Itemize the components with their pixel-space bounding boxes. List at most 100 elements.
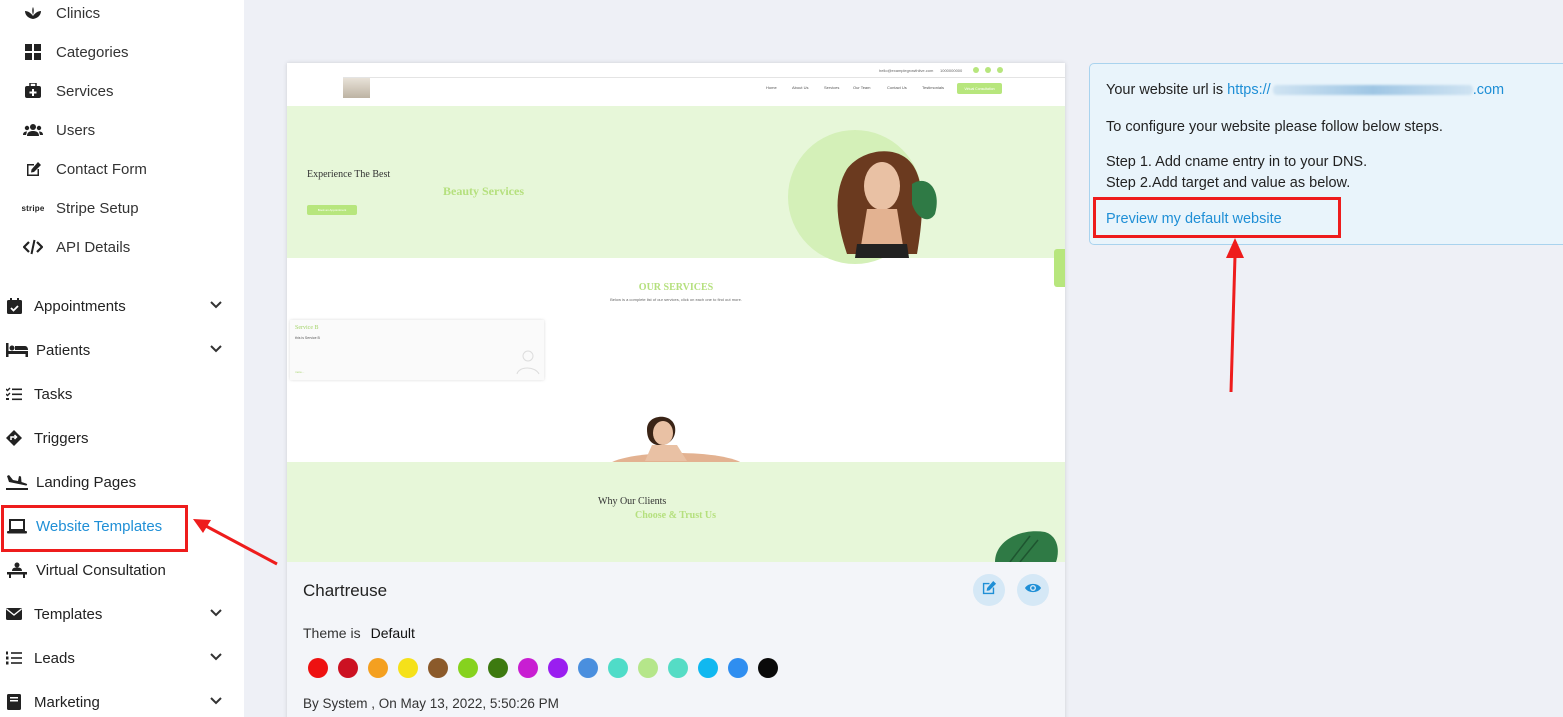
sidebar-item-label: Patients [36, 341, 91, 359]
preview-hero-line2: Beauty Services [443, 184, 524, 198]
redacted-url [1272, 85, 1473, 96]
preview-plant-image [995, 531, 1058, 562]
template-card-footer: Chartreuse Theme is Default By System , O… [287, 562, 1065, 717]
sidebar-item-landing-pages[interactable]: Landing Pages [0, 466, 232, 498]
sidebar-item-clinics[interactable]: Clinics [22, 0, 100, 28]
sidebar-item-label: Contact Form [56, 160, 147, 178]
sidebar-item-tasks[interactable]: Tasks [0, 378, 232, 410]
sidebar-item-label: Landing Pages [36, 473, 137, 491]
template-card: hello@examplegrowthlive.com 1000000000 H… [287, 63, 1065, 717]
preview-social-icon [973, 67, 979, 73]
chevron-down-icon[interactable] [210, 296, 222, 312]
chevron-down-icon[interactable] [210, 648, 222, 664]
sidebar-item-leads[interactable]: Leads [0, 642, 232, 674]
sidebar: Clinics Categories Services Users Contac… [0, 0, 244, 717]
preview-nav-link: Home [766, 85, 777, 90]
preview-hero: Experience The Best Beauty Services Book… [287, 106, 1065, 264]
theme-value: Default [370, 625, 415, 641]
template-preview[interactable]: hello@examplegrowthlive.com 1000000000 H… [287, 63, 1065, 562]
sidebar-item-label: API Details [56, 238, 131, 256]
color-swatch[interactable] [578, 658, 598, 678]
color-swatch[interactable] [668, 658, 688, 678]
sidebar-item-api-details[interactable]: API Details [22, 232, 130, 262]
preview-template-button[interactable] [1017, 574, 1049, 606]
website-url-link[interactable]: https:// .com [1227, 82, 1504, 98]
envelope-icon [2, 608, 26, 620]
sidebar-item-triggers[interactable]: Triggers [0, 422, 232, 454]
color-swatch[interactable] [698, 658, 718, 678]
template-meta: By System , On May 13, 2022, 5:50:26 PM [303, 696, 559, 711]
color-swatch[interactable] [608, 658, 628, 678]
preview-nav-button: Virtual Consultation [957, 83, 1002, 94]
sidebar-item-users[interactable]: Users [22, 115, 95, 145]
theme-label: Theme is [303, 625, 361, 641]
color-swatch[interactable] [548, 658, 568, 678]
preview-nav-link: Services [824, 85, 840, 90]
preview-phone: 1000000000 [940, 68, 963, 73]
grid-icon [22, 44, 44, 60]
edit-icon [981, 580, 997, 601]
preview-nav-link: Testimonials [922, 85, 945, 90]
plane-landing-icon [2, 474, 32, 490]
color-swatch[interactable] [488, 658, 508, 678]
sidebar-item-contact-form[interactable]: Contact Form [22, 154, 147, 184]
preview-why-band: Why Our Clients Choose & Trust Us [287, 462, 1065, 562]
color-swatch[interactable] [728, 658, 748, 678]
preview-service-name: Service B [295, 325, 319, 331]
diamond-arrow-icon [2, 430, 26, 446]
edit-template-button[interactable] [973, 574, 1005, 606]
sidebar-item-label: Services [56, 82, 114, 100]
highlight-box [1093, 197, 1341, 238]
sidebar-item-marketing[interactable]: Marketing [0, 686, 232, 717]
preview-hero-line1: Experience The Best [307, 169, 391, 180]
preview-services-title: OUR SERVICES [638, 282, 714, 293]
medkit-icon [22, 83, 44, 99]
chevron-down-icon[interactable] [210, 604, 222, 620]
sidebar-item-templates[interactable]: Templates [0, 598, 232, 630]
color-swatch[interactable] [368, 658, 388, 678]
code-icon [22, 239, 44, 255]
color-swatch[interactable] [458, 658, 478, 678]
sidebar-item-label: Appointments [34, 297, 126, 315]
color-swatch[interactable] [758, 658, 778, 678]
consultation-icon [2, 562, 32, 578]
book-icon [2, 694, 26, 710]
annotation-arrow-icon [1226, 238, 1244, 393]
sidebar-item-appointments[interactable]: Appointments [0, 290, 232, 322]
sidebar-item-services[interactable]: Services [22, 76, 114, 106]
template-name: Chartreuse [303, 581, 388, 600]
sidebar-item-label: Tasks [34, 385, 73, 403]
sidebar-item-label: Marketing [34, 693, 100, 711]
preview-nav-link: Our Team [853, 85, 871, 90]
chevron-down-icon[interactable] [210, 692, 222, 708]
color-swatch[interactable] [428, 658, 448, 678]
sidebar-item-patients[interactable]: Patients [0, 334, 232, 366]
configure-text: To configure your website please follow … [1106, 119, 1443, 135]
color-swatch[interactable] [638, 658, 658, 678]
preview-nav-link: About Us [792, 85, 809, 90]
users-icon [22, 123, 44, 137]
sidebar-item-label: Users [56, 121, 96, 139]
preview-email: hello@examplegrowthlive.com [879, 68, 934, 73]
sidebar-item-label: Clinics [56, 4, 101, 22]
preview-service-more: more... [295, 370, 305, 374]
chevron-down-icon[interactable] [210, 340, 222, 356]
sidebar-item-categories[interactable]: Categories [22, 37, 129, 67]
preview-logo [343, 78, 370, 98]
color-swatch[interactable] [338, 658, 358, 678]
highlight-box [1, 505, 188, 552]
website-url-end: .com [1472, 82, 1505, 98]
leaf-icon [22, 6, 44, 20]
preview-social-icon [997, 67, 1003, 73]
sidebar-item-label: Templates [34, 605, 103, 623]
color-swatch[interactable] [398, 658, 418, 678]
preview-why-line2: Choose & Trust Us [635, 510, 717, 521]
color-swatch[interactable] [518, 658, 538, 678]
preview-why-line1: Why Our Clients [598, 496, 667, 507]
bed-icon [2, 343, 32, 357]
list-ol-icon [2, 651, 26, 665]
sidebar-item-label: Categories [56, 43, 129, 61]
preview-social-icon [985, 67, 991, 73]
color-swatch[interactable] [308, 658, 328, 678]
sidebar-item-stripe-setup[interactable]: stripe Stripe Setup [22, 193, 139, 223]
